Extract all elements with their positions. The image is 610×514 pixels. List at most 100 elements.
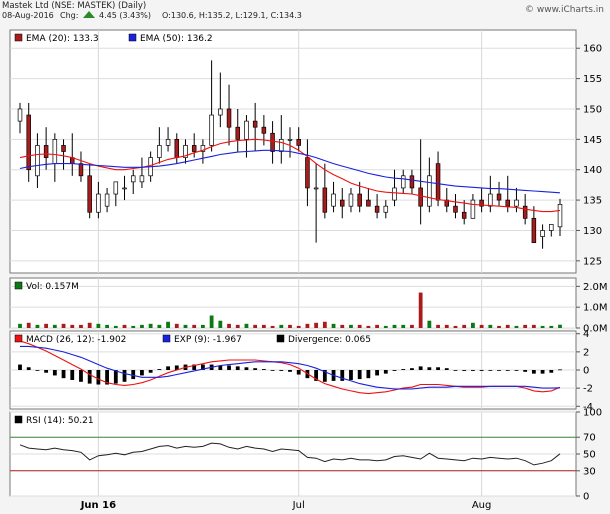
volume-bar <box>218 320 223 328</box>
candle-body <box>96 193 101 213</box>
volume-y-tick-label: 2.0M <box>583 282 608 293</box>
header-chg-value: 4.45 (3.43%) <box>99 11 151 20</box>
legend-volume: Vol: 0.157M <box>26 282 79 292</box>
divergence-bar <box>244 367 249 370</box>
divergence-bar <box>479 370 484 371</box>
rsi-y-tick-label: 70 <box>583 433 596 444</box>
volume-bar <box>314 322 319 328</box>
divergence-bar <box>488 370 493 371</box>
divergence-bar <box>401 369 406 370</box>
volume-bar <box>462 324 467 328</box>
volume-bar <box>52 324 57 328</box>
volume-bar <box>392 324 397 328</box>
candle-body <box>270 132 275 152</box>
candle-body <box>261 126 267 134</box>
legend-ema20: EMA (20): 133.3 <box>26 34 99 44</box>
volume-bar <box>531 324 536 328</box>
candle-body <box>400 175 406 189</box>
price-y-tick-label: 150 <box>583 104 602 115</box>
volume-bar <box>383 325 388 328</box>
chart-root: Mastek Ltd (NSE: MASTEK) (Daily) 08-Aug-… <box>0 0 610 514</box>
candle-body <box>366 199 371 207</box>
price-y-tick-label: 135 <box>583 196 602 207</box>
candle-body <box>235 126 240 140</box>
candle-body <box>522 205 528 219</box>
price-y-tick-label: 145 <box>583 135 602 146</box>
volume-bar <box>418 292 423 328</box>
volume-bar <box>174 323 179 328</box>
divergence-bar <box>140 370 144 376</box>
divergence-bar <box>166 366 170 370</box>
volume-bar <box>453 325 458 328</box>
divergence-bar <box>18 364 22 370</box>
candle-body <box>244 120 249 140</box>
candle-body <box>191 145 197 152</box>
legend-ema20-swatch <box>14 33 23 42</box>
divergence-bar <box>392 370 397 371</box>
candle-body <box>531 217 537 243</box>
divergence-bar <box>235 366 240 370</box>
candle-body <box>122 187 127 190</box>
volume-bar <box>79 324 83 328</box>
candle-body <box>130 175 136 183</box>
volume-bar <box>131 325 136 328</box>
volume-bar <box>96 323 101 328</box>
volume-bar <box>410 324 414 328</box>
divergence-bar <box>418 366 423 370</box>
volume-bar <box>471 322 475 328</box>
volume-bar <box>140 324 144 328</box>
chart-canvas: Mastek Ltd (NSE: MASTEK) (Daily) 08-Aug-… <box>0 0 610 514</box>
candle-body <box>357 193 362 207</box>
divergence-bar <box>52 370 57 376</box>
candle-body <box>104 193 110 207</box>
volume-bar <box>349 324 353 328</box>
price-y-tick-label: 125 <box>583 256 602 267</box>
volume-bar <box>261 324 266 328</box>
candle-body <box>313 187 319 190</box>
volume-bar <box>227 323 231 328</box>
candle-body <box>157 145 162 158</box>
candle-body <box>305 157 310 189</box>
volume-bar <box>157 324 162 328</box>
divergence-bar <box>471 370 475 371</box>
divergence-bar <box>357 370 362 380</box>
volume-bar <box>497 325 501 328</box>
divergence-bar <box>279 370 284 371</box>
volume-bar <box>479 324 484 328</box>
x-tick-label: Jun 16 <box>80 500 116 511</box>
header-date: 08-Aug-2016 <box>2 11 54 20</box>
price-y-tick-label: 155 <box>583 74 602 85</box>
macd-y-tick-label: 4 <box>583 329 589 340</box>
chart-title: Mastek Ltd (NSE: MASTEK) (Daily) <box>2 1 146 11</box>
volume-bar <box>436 324 440 328</box>
candle-body <box>435 163 441 201</box>
divergence-bar <box>148 370 153 373</box>
candle-body <box>496 193 502 201</box>
volume-bar <box>288 324 292 328</box>
volume-bar <box>505 324 510 328</box>
volume-bar <box>540 325 545 328</box>
price-y-tick-label: 140 <box>583 165 602 176</box>
candle-body <box>26 114 31 171</box>
candle-body <box>409 175 415 189</box>
x-tick-label: Jul <box>292 500 305 511</box>
legend-macd: MACD (26, 12): -1.902 <box>26 335 126 345</box>
candle-body <box>287 139 293 141</box>
divergence-bar <box>61 370 66 379</box>
divergence-bar <box>558 369 562 371</box>
price-y-tick-label: 160 <box>583 44 602 55</box>
candle-body <box>252 120 258 128</box>
volume-bar <box>209 315 214 328</box>
divergence-bar <box>549 370 554 373</box>
volume-bar <box>148 323 153 328</box>
divergence-bar <box>453 370 458 371</box>
divergence-bar <box>288 370 292 372</box>
candle-body <box>514 199 519 207</box>
divergence-bar <box>505 370 510 371</box>
candle-body <box>461 211 467 219</box>
price-y-tick-label: 130 <box>583 226 602 237</box>
rsi-y-tick-label: 0 <box>583 492 589 503</box>
volume-bar <box>61 323 66 328</box>
divergence-bar <box>349 370 353 380</box>
divergence-bar <box>410 368 414 370</box>
